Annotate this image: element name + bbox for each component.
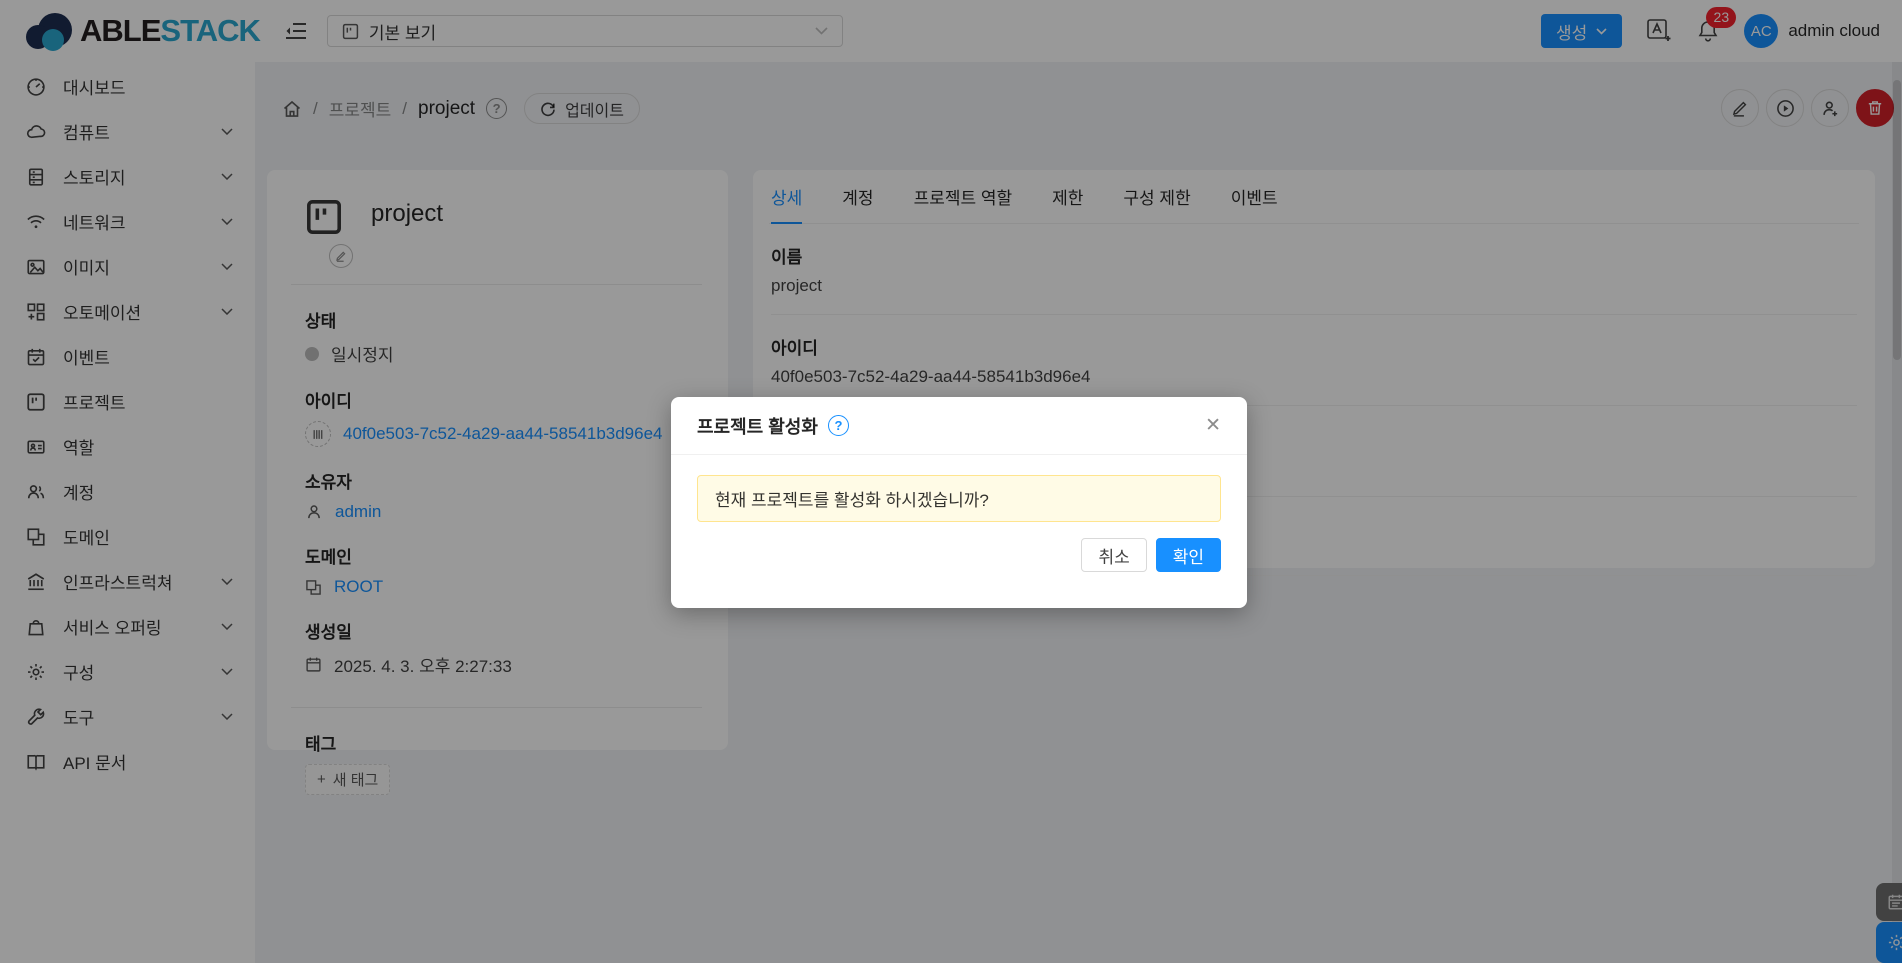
close-icon[interactable]: ✕ — [1205, 416, 1221, 435]
help-icon[interactable]: ? — [828, 415, 849, 436]
activate-project-modal: 프로젝트 활성화 ? ✕ 현재 프로젝트를 활성화 하시겠습니까? 취소 확인 — [671, 397, 1247, 608]
modal-title: 프로젝트 활성화 — [697, 413, 818, 439]
ok-button[interactable]: 확인 — [1156, 538, 1221, 572]
cancel-button[interactable]: 취소 — [1081, 538, 1146, 572]
confirm-message: 현재 프로젝트를 활성화 하시겠습니까? — [697, 475, 1221, 522]
